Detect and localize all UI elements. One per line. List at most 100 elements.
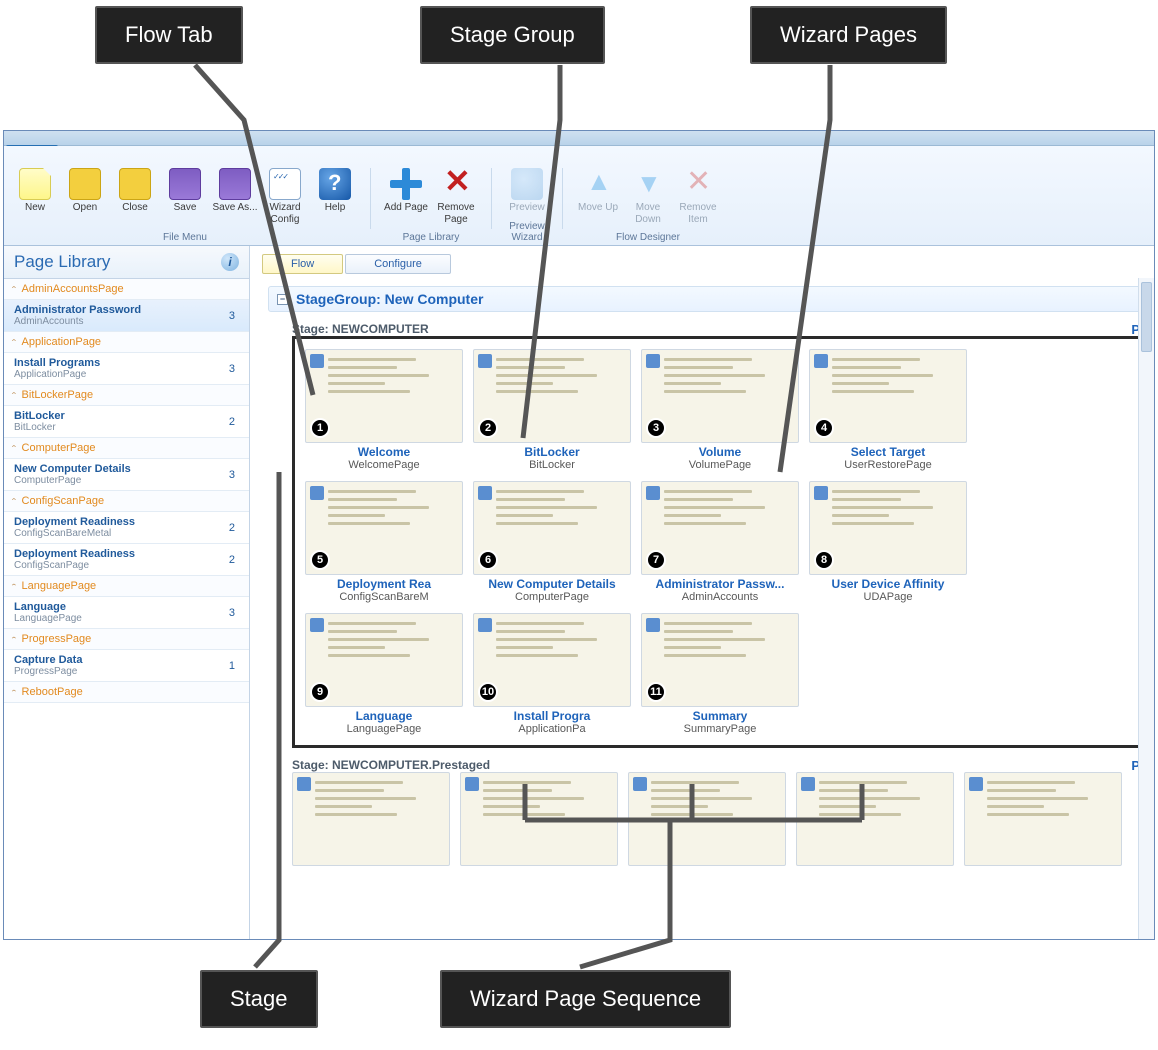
sidebar-item[interactable]: New Computer DetailsComputerPage3 [4,459,249,491]
sidebar-item-title: Capture Data [14,654,82,666]
sidebar-list[interactable]: AdminAccountsPageAdministrator PasswordA… [4,279,249,939]
open-button[interactable]: Open [60,166,110,214]
save-button[interactable]: Save [160,166,210,214]
help-icon [319,168,351,200]
sidebar-item-title: Language [14,601,82,613]
wizard-page-thumb[interactable]: 2BitLockerBitLocker [473,349,631,471]
new-button[interactable]: New [10,166,60,214]
wizard-page-title: New Computer Details [473,577,631,591]
callout-stage-group: Stage Group [420,6,605,64]
wizard-page-thumb[interactable]: 9LanguageLanguagePage [305,613,463,735]
tab-flow[interactable]: Flow [262,254,343,274]
wizard-page-thumb[interactable]: 6New Computer DetailsComputerPage [473,481,631,603]
sidebar-item-count: 3 [229,363,235,375]
wizard-page-thumb[interactable] [796,772,954,868]
wizard-page-preview: 1 [305,349,463,443]
ribbon-group-flow-designer: Move Up Move Down Remove Item Flow Desig… [567,164,729,245]
sidebar-item[interactable]: BitLockerBitLocker2 [4,406,249,438]
move-down-button[interactable]: Move Down [623,166,673,226]
sidebar-item[interactable]: Capture DataProgressPage1 [4,650,249,682]
wizard-page-thumb[interactable]: 5Deployment ReaConfigScanBareM [305,481,463,603]
wizard-page-thumb[interactable]: 10Install PrograApplicationPa [473,613,631,735]
wizard-page-title: Welcome [305,445,463,459]
wizard-config-button[interactable]: Wizard Config [260,166,310,226]
sidebar-group-header[interactable]: ComputerPage [4,438,249,459]
sidebar-item-subtitle: ApplicationPage [14,369,100,380]
wizard-page-thumb[interactable]: 8User Device AffinityUDAPage [809,481,967,603]
wizard-page-glyph-icon [297,777,311,791]
close-icon [119,168,151,200]
wizard-page-preview: 4 [809,349,967,443]
wizard-page-thumb[interactable]: 11SummarySummaryPage [641,613,799,735]
new-icon [19,168,51,200]
add-page-button[interactable]: Add Page [381,166,431,214]
sidebar-item-count: 3 [229,607,235,619]
stage-group-label: StageGroup: New Computer [296,291,483,307]
collapse-toggle-icon[interactable]: − [277,294,288,305]
sidebar-item-title: Administrator Password [14,304,141,316]
sidebar-header: Page Library i [4,246,249,279]
remove-page-button[interactable]: Remove Page [431,166,481,226]
wizard-page-title: Volume [641,445,799,459]
sidebar-item[interactable]: Administrator PasswordAdminAccounts3 [4,300,249,332]
sidebar-item-count: 2 [229,554,235,566]
sidebar-group-header[interactable]: ApplicationPage [4,332,249,353]
remove-item-button[interactable]: Remove Item [673,166,723,226]
sidebar-item[interactable]: Install ProgramsApplicationPage3 [4,353,249,385]
sidebar-group-header[interactable]: LanguagePage [4,576,249,597]
sidebar-page-library: Page Library i AdminAccountsPageAdminist… [4,246,250,939]
sidebar-item-title: Deployment Readiness [14,516,135,528]
wizard-page-thumb[interactable] [628,772,786,868]
close-button[interactable]: Close [110,166,160,214]
sidebar-item[interactable]: Deployment ReadinessConfigScanBareMetal 2 [4,512,249,544]
wizard-page-title: BitLocker [473,445,631,459]
callout-stage: Stage [200,970,318,1028]
move-down-icon [632,168,664,200]
help-button[interactable]: Help [310,166,360,214]
sidebar-item[interactable]: LanguageLanguagePage3 [4,597,249,629]
ribbon-group-label: Flow Designer [567,232,729,243]
wizard-page-thumb[interactable]: 1WelcomeWelcomePage [305,349,463,471]
sidebar-group-header[interactable]: ConfigScanPage [4,491,249,512]
stage-frame: 1WelcomeWelcomePage2BitLockerBitLocker3V… [292,336,1146,748]
wizard-page-title: Summary [641,709,799,723]
scrollbar-vertical[interactable] [1138,278,1154,939]
sidebar-item[interactable]: Deployment ReadinessConfigScanPage2 [4,544,249,576]
wizard-page-thumb[interactable] [964,772,1122,868]
wizard-page-glyph-icon [478,354,492,368]
sidebar-group-header[interactable]: BitLockerPage [4,385,249,406]
wizard-page-subtitle: ConfigScanBareM [305,591,463,603]
sidebar-item-subtitle: ConfigScanBareMetal [14,528,135,539]
wizard-page-thumb[interactable] [292,772,450,868]
sidebar-item-count: 2 [229,522,235,534]
wizard-page-number: 6 [478,550,498,570]
tab-configure[interactable]: Configure [345,254,451,274]
wizard-page-subtitle: LanguagePage [305,723,463,735]
ribbon-group-label: Page Library [375,232,487,243]
wizard-page-number: 8 [814,550,834,570]
wizard-page-preview [796,772,954,866]
wizard-page-glyph-icon [969,777,983,791]
info-icon[interactable]: i [221,253,239,271]
sidebar-group-header[interactable]: ProgressPage [4,629,249,650]
wizard-page-glyph-icon [646,354,660,368]
stage-group-header[interactable]: − StageGroup: New Computer [268,286,1142,312]
move-up-button[interactable]: Move Up [573,166,623,214]
wizard-page-thumb[interactable]: 3VolumeVolumePage [641,349,799,471]
wizard-page-thumb[interactable]: 7Administrator Passw...AdminAccounts [641,481,799,603]
sidebar-item-title: Deployment Readiness [14,548,135,560]
sidebar-group-header[interactable]: RebootPage [4,682,249,703]
flow-body[interactable]: − StageGroup: New Computer Stage: NEWCOM… [250,278,1154,939]
scrollbar-thumb[interactable] [1141,282,1152,352]
save-as-button[interactable]: Save As... [210,166,260,214]
preview-button[interactable]: Preview [502,166,552,214]
move-up-icon [582,168,614,200]
wizard-page-preview [460,772,618,866]
sidebar-group-header[interactable]: AdminAccountsPage [4,279,249,300]
wizard-page-preview [628,772,786,866]
stage-name: Stage: NEWCOMPUTER [292,322,429,336]
ribbon-group-preview-wizard: Preview Preview Wizard [496,164,558,245]
wizard-page-thumb[interactable] [460,772,618,868]
wizard-page-thumb[interactable]: 4Select TargetUserRestorePage [809,349,967,471]
wizard-page-subtitle: UserRestorePage [809,459,967,471]
